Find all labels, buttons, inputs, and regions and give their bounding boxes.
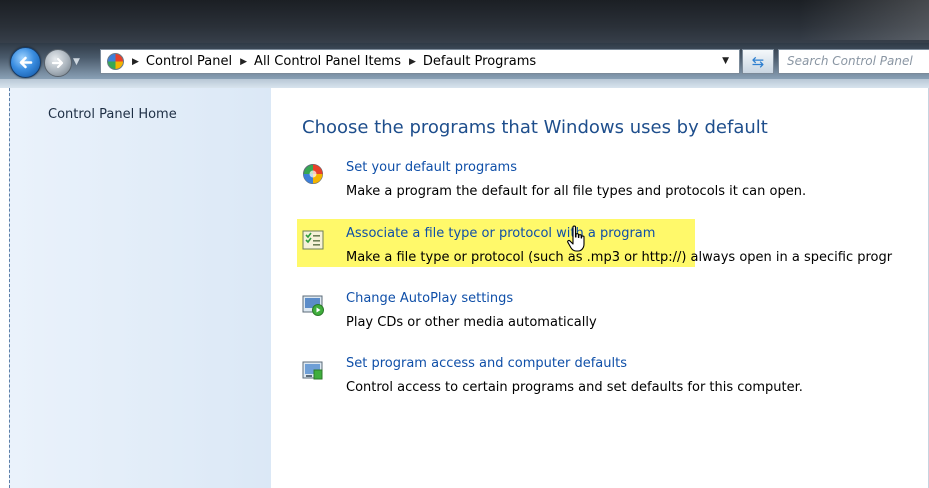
task-change-autoplay: Change AutoPlay settings Play CDs or oth… [302,291,929,337]
task-description: Make a file type or protocol (such as .m… [346,250,893,265]
default-programs-icon [303,164,323,184]
refresh-button[interactable]: ⇆ [742,49,774,74]
search-input[interactable]: Search Control Panel [778,49,929,74]
forward-button[interactable] [44,49,72,77]
back-arrow-icon [19,56,33,69]
autoplay-icon [302,295,324,316]
control-panel-icon [107,53,124,70]
hand-pointer-cursor-icon [567,225,585,252]
breadcrumb-control-panel[interactable]: Control Panel [146,54,232,69]
back-button[interactable] [10,47,41,78]
breadcrumb-all-items[interactable]: All Control Panel Items [254,54,401,69]
left-pane: Control Panel Home [9,88,271,488]
breadcrumb-separator-icon[interactable]: ▶ [409,57,416,67]
control-panel-home-link[interactable]: Control Panel Home [48,107,177,122]
task-description: Play CDs or other media automatically [346,315,597,330]
task-set-default-programs: Set your default programs Make a program… [302,160,929,206]
task-description: Control access to certain programs and s… [346,380,803,395]
associate-file-type-link[interactable]: Associate a file type or protocol with a… [346,226,655,241]
program-access-icon [302,361,323,380]
breadcrumb-separator-icon[interactable]: ▶ [240,57,247,67]
address-bar[interactable]: ▶ Control Panel ▶ All Control Panel Item… [100,49,740,74]
file-association-icon [302,230,324,250]
breadcrumb-default-programs[interactable]: Default Programs [423,54,536,69]
refresh-icon: ⇆ [751,52,765,71]
task-associate-file-type: Associate a file type or protocol with a… [302,226,929,272]
breadcrumb-separator-icon[interactable]: ▶ [132,57,139,67]
forward-arrow-icon [51,57,64,69]
page-title: Choose the programs that Windows uses by… [302,117,768,138]
program-access-link[interactable]: Set program access and computer defaults [346,356,627,371]
address-dropdown-icon[interactable]: ▼ [722,56,729,66]
main-content: Choose the programs that Windows uses by… [271,88,929,488]
recent-pages-dropdown[interactable]: ▼ [73,56,82,68]
task-description: Make a program the default for all file … [346,184,807,199]
set-default-programs-link[interactable]: Set your default programs [346,160,517,175]
change-autoplay-link[interactable]: Change AutoPlay settings [346,291,513,306]
task-program-access: Set program access and computer defaults… [302,356,929,402]
